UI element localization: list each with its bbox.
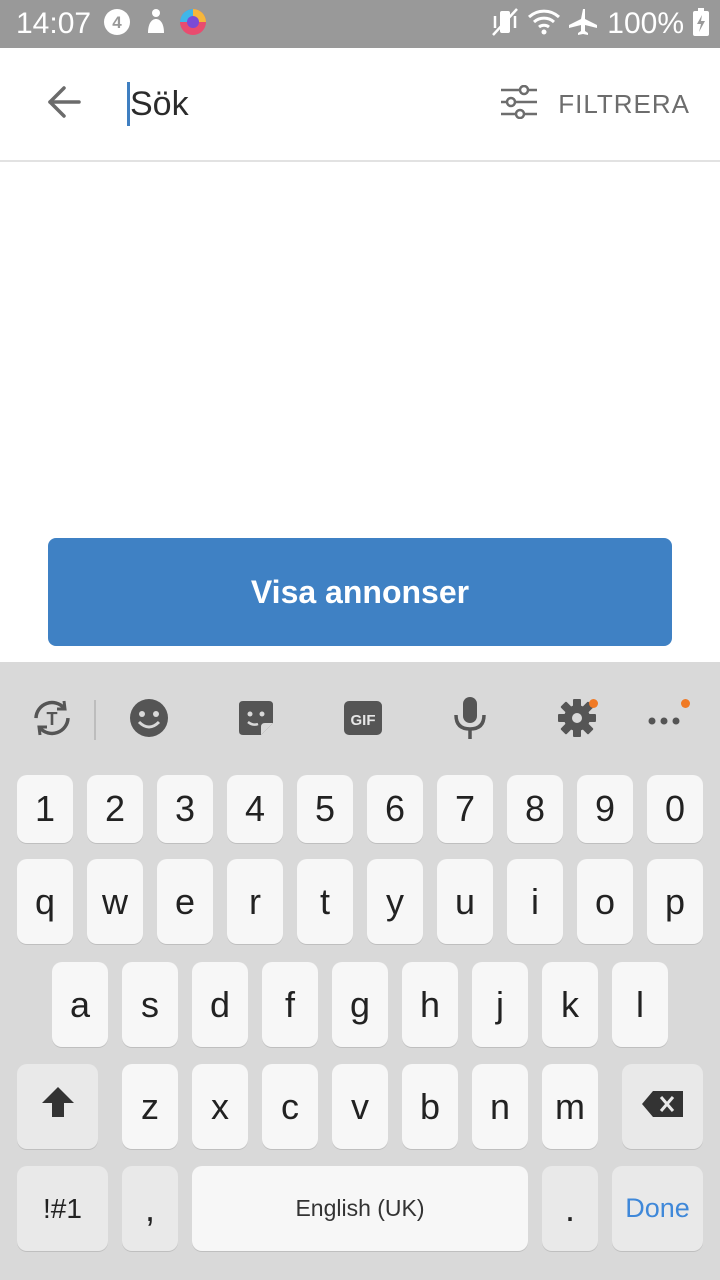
key-5[interactable]: 5: [297, 775, 353, 843]
key-z[interactable]: z: [122, 1064, 178, 1149]
key-e[interactable]: e: [157, 859, 213, 944]
key-k[interactable]: k: [542, 962, 598, 1047]
show-ads-button[interactable]: Visa annonser: [48, 538, 672, 646]
shift-arrow-icon: [40, 1085, 76, 1128]
key-3[interactable]: 3: [157, 775, 213, 843]
key-v[interactable]: v: [332, 1064, 388, 1149]
period-key[interactable]: .: [542, 1166, 598, 1251]
key-7[interactable]: 7: [437, 775, 493, 843]
symbols-label: !#1: [43, 1192, 82, 1224]
key-s[interactable]: s: [122, 962, 178, 1047]
key-i[interactable]: i: [507, 859, 563, 944]
key-t[interactable]: t: [297, 859, 353, 944]
status-bar: 14:07 4 100%: [0, 0, 720, 48]
key-q[interactable]: q: [17, 859, 73, 944]
key-h[interactable]: h: [402, 962, 458, 1047]
key-g[interactable]: g: [332, 962, 388, 1047]
battery-charging-icon: [692, 7, 710, 42]
key-o[interactable]: o: [577, 859, 633, 944]
text-caret: [127, 82, 130, 126]
key-u[interactable]: u: [437, 859, 493, 944]
key-2[interactable]: 2: [87, 775, 143, 843]
key-a[interactable]: a: [52, 962, 108, 1047]
svg-text:T: T: [47, 709, 58, 729]
key-w[interactable]: w: [87, 859, 143, 944]
airplane-icon: [569, 7, 599, 42]
key-b[interactable]: b: [402, 1064, 458, 1149]
translate-icon[interactable]: T: [30, 696, 74, 740]
back-button[interactable]: [36, 78, 92, 130]
search-input[interactable]: [126, 76, 470, 132]
key-c[interactable]: c: [262, 1064, 318, 1149]
svg-text:4: 4: [112, 13, 122, 32]
key-d[interactable]: d: [192, 962, 248, 1047]
more-badge: [681, 699, 690, 708]
backspace-key[interactable]: [622, 1064, 703, 1149]
filter-label: FILTRERA: [558, 88, 690, 119]
microphone-icon[interactable]: [448, 696, 492, 740]
battery-percent: 100%: [607, 7, 684, 40]
keyboard-toolbar: T GIF: [0, 662, 720, 772]
status-time: 14:07: [16, 7, 92, 40]
arrow-left-icon: [46, 85, 82, 124]
symbols-key[interactable]: !#1: [17, 1166, 108, 1251]
browser-app-icon: [178, 7, 208, 42]
figure-icon: [142, 7, 168, 42]
key-r[interactable]: r: [227, 859, 283, 944]
key-l[interactable]: l: [612, 962, 668, 1047]
key-j[interactable]: j: [472, 962, 528, 1047]
key-n[interactable]: n: [472, 1064, 528, 1149]
key-0[interactable]: 0: [647, 775, 703, 843]
key-x[interactable]: x: [192, 1064, 248, 1149]
backspace-icon: [641, 1086, 685, 1128]
space-key[interactable]: English (UK): [192, 1166, 528, 1251]
more-icon[interactable]: [642, 696, 686, 740]
key-8[interactable]: 8: [507, 775, 563, 843]
key-6[interactable]: 6: [367, 775, 423, 843]
shift-key[interactable]: [17, 1064, 98, 1149]
sticker-icon[interactable]: [234, 696, 278, 740]
keyboard: T GIF 1 2 3 4 5 6 7 8 9 0 q w e r t y u …: [0, 662, 720, 1280]
toolbar-divider: [94, 700, 96, 740]
vibrate-icon: [491, 7, 519, 42]
settings-badge: [589, 699, 598, 708]
key-4[interactable]: 4: [227, 775, 283, 843]
key-p[interactable]: p: [647, 859, 703, 944]
done-key[interactable]: Done: [612, 1166, 703, 1251]
comma-key[interactable]: ,: [122, 1166, 178, 1251]
emoji-icon[interactable]: [127, 696, 171, 740]
search-app-bar: FILTRERA: [0, 48, 720, 162]
gif-label: GIF: [351, 712, 376, 729]
sliders-icon: [500, 84, 538, 124]
notification-4-icon: 4: [102, 7, 132, 42]
wifi-icon: [527, 7, 561, 42]
key-1[interactable]: 1: [17, 775, 73, 843]
gif-icon[interactable]: GIF: [341, 696, 385, 740]
filter-button[interactable]: FILTRERA: [500, 78, 690, 130]
key-9[interactable]: 9: [577, 775, 633, 843]
key-m[interactable]: m: [542, 1064, 598, 1149]
key-f[interactable]: f: [262, 962, 318, 1047]
key-y[interactable]: y: [367, 859, 423, 944]
